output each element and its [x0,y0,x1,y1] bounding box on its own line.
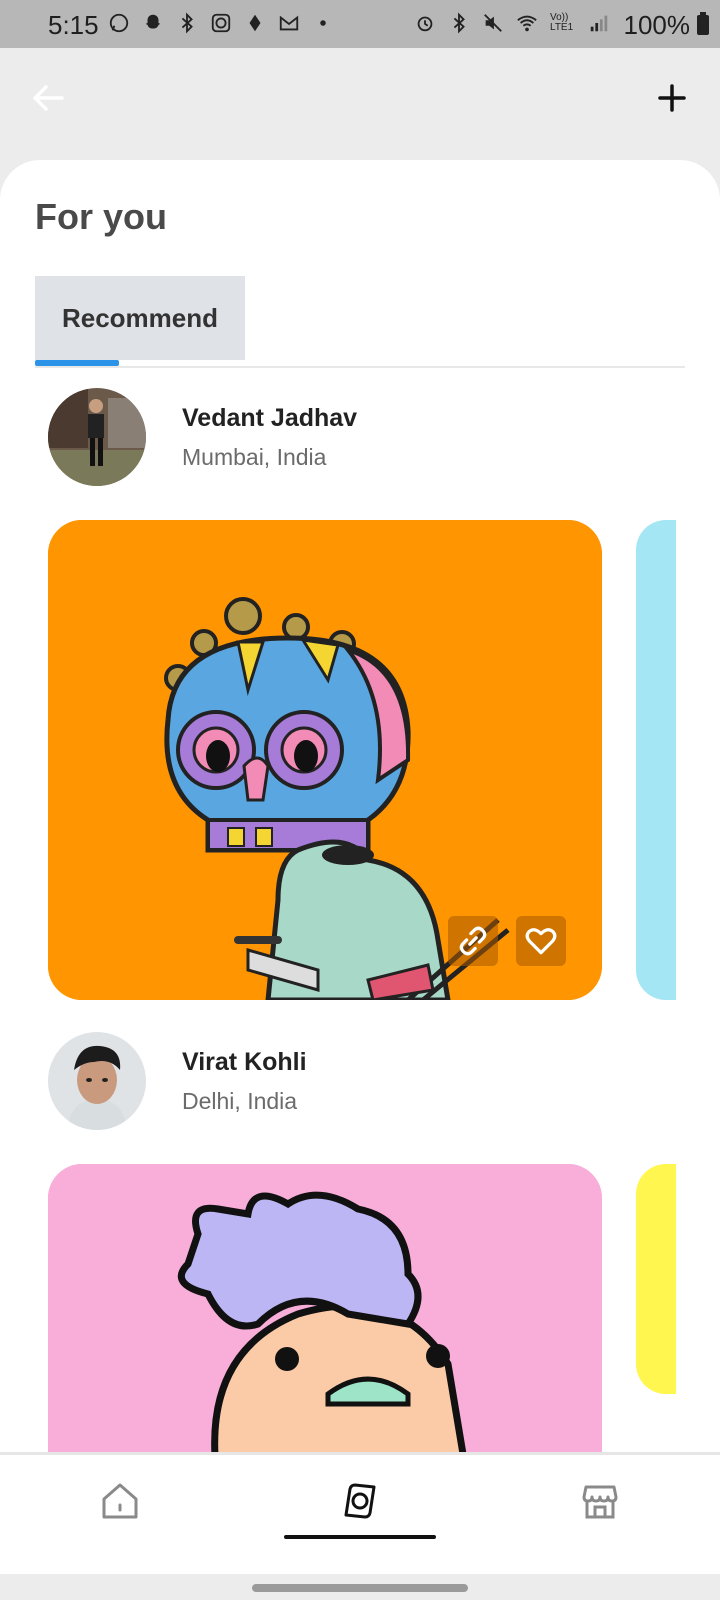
cb-icon [211,13,231,33]
home-icon[interactable] [98,1479,142,1523]
avatar[interactable] [48,388,146,486]
top-app-bar [0,48,720,158]
bluetooth-icon [453,12,465,34]
bottom-navigation [0,1452,720,1574]
notification-icons [108,12,334,34]
card-actions [448,916,566,966]
screen: 5:15 Vo)) LTE1 100% For you Recommend Ve… [0,0,720,1600]
status-time: 5:15 [48,10,99,40]
app-icon [249,14,261,32]
user-name: Vedant Jadhav [182,404,358,432]
nft-card[interactable] [48,520,602,1000]
user-location: Mumbai, India [182,444,327,470]
avatar-image [48,1032,146,1130]
tab-recommend[interactable]: Recommend [35,276,245,360]
nft-artwork-character [48,1164,602,1452]
signal-icon [590,15,608,32]
status-bar: 5:15 Vo)) LTE1 100% [0,0,720,48]
whatsapp-icon [109,13,129,33]
user-name: Virat Kohli [182,1048,307,1076]
alarm-icon [417,16,433,32]
feed-user-row[interactable]: Virat Kohli Delhi, India [48,1032,648,1132]
snapchat-icon [145,14,161,29]
heart-icon[interactable] [516,916,566,966]
discover-icon[interactable] [338,1479,382,1523]
wifi-icon [517,15,537,32]
store-icon[interactable] [578,1479,622,1523]
page-title: For you [35,196,167,237]
bluetooth-icon [181,12,193,34]
gmail-icon [279,15,299,31]
active-nav-indicator [284,1535,436,1539]
plus-icon[interactable] [652,78,692,118]
content-sheet: For you Recommend Vedant Jadhav Mumbai, … [0,160,720,1452]
feed-user-row[interactable]: Vedant Jadhav Mumbai, India [48,388,648,488]
mute-icon [484,14,502,32]
arrow-left-icon[interactable] [28,78,68,118]
home-gesture-handle[interactable] [252,1584,468,1592]
active-tab-indicator [35,360,119,366]
system-icons: Vo)) LTE1 [414,12,610,34]
avatar-image [48,388,146,486]
battery-percentage: 100% [623,10,691,40]
next-card-peek[interactable] [636,520,676,1000]
next-card-peek[interactable] [636,1164,676,1394]
link-icon[interactable] [448,916,498,966]
dot-icon [320,20,326,26]
volte-indicator: Vo)) LTE1 [550,12,574,33]
battery-icon [697,12,709,35]
nft-card[interactable] [48,1164,602,1452]
avatar[interactable] [48,1032,146,1130]
user-location: Delhi, India [182,1088,298,1114]
tab-bar: Recommend [35,276,685,368]
